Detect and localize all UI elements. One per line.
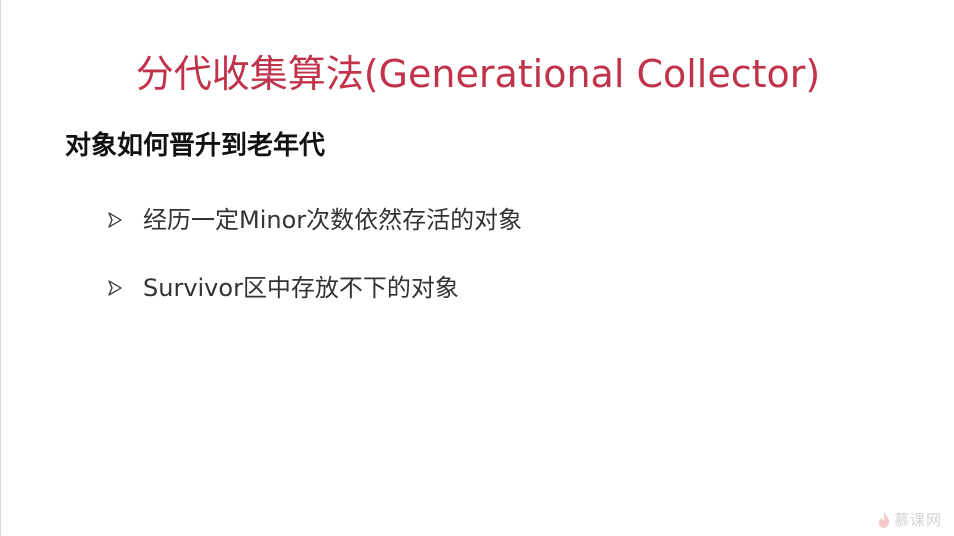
arrow-bullet-icon <box>107 212 123 228</box>
bullet-text: 经历一定Minor次数依然存活的对象 <box>143 206 523 234</box>
slide: 分代收集算法(Generational Collector) 对象如何晋升到老年… <box>0 0 954 536</box>
bullet-item: Survivor区中存放不下的对象 <box>107 266 522 310</box>
bullet-text: Survivor区中存放不下的对象 <box>143 274 459 302</box>
watermark-logo: 慕课网 <box>877 509 942 530</box>
bullet-list: 经历一定Minor次数依然存活的对象 Survivor区中存放不下的对象 <box>107 198 522 334</box>
arrow-bullet-icon <box>107 280 123 296</box>
bullet-item: 经历一定Minor次数依然存活的对象 <box>107 198 522 242</box>
slide-title: 分代收集算法(Generational Collector) <box>135 52 821 96</box>
flame-icon <box>877 511 891 529</box>
slide-subtitle: 对象如何晋升到老年代 <box>65 131 326 161</box>
watermark-text: 慕课网 <box>893 511 942 529</box>
